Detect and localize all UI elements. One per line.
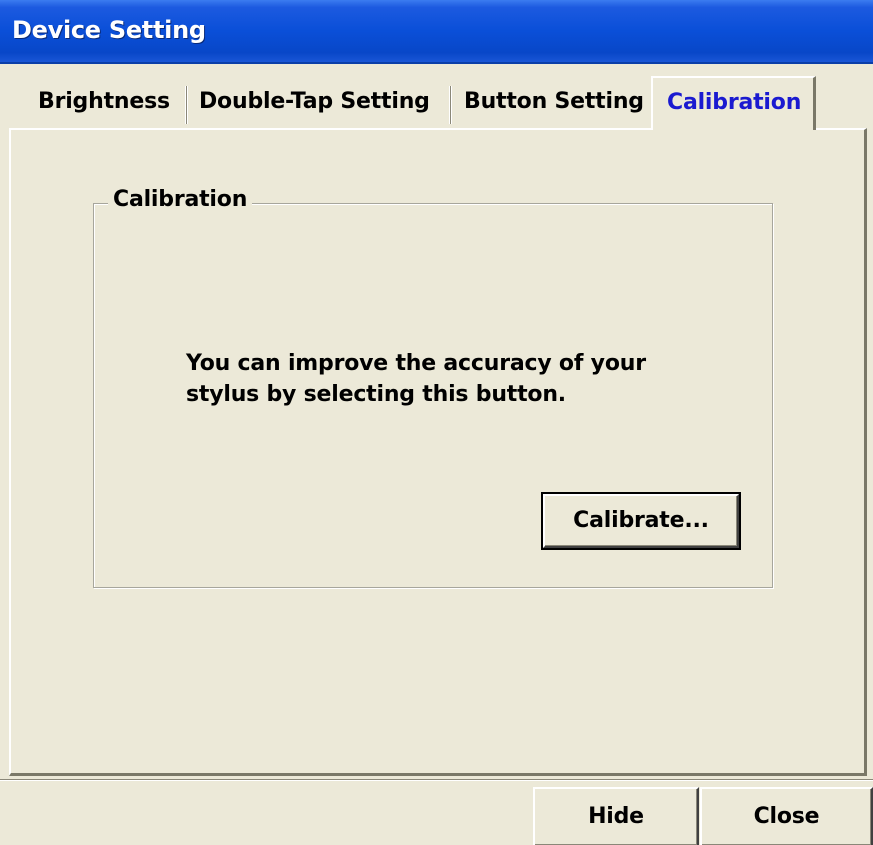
calibrate-button[interactable]: Calibrate...	[541, 492, 741, 550]
groupbox-title: Calibration	[108, 187, 253, 212]
tab-divider	[449, 86, 452, 124]
hide-button[interactable]: Hide	[533, 787, 699, 845]
tab-double-tap-setting[interactable]: Double-Tap Setting	[199, 82, 430, 126]
description-line: You can improve the accuracy of your	[186, 351, 646, 376]
description-line: stylus by selecting this button.	[186, 382, 566, 407]
footer-divider	[0, 779, 873, 781]
device-setting-window: Device Setting Brightness Double-Tap Set…	[0, 0, 873, 845]
title-bar[interactable]: Device Setting	[0, 0, 873, 64]
window-title: Device Setting	[12, 16, 206, 44]
tab-divider	[185, 86, 188, 124]
calibration-description: You can improve the accuracy of your sty…	[186, 348, 746, 410]
tab-calibration[interactable]: Calibration	[651, 76, 816, 130]
close-button[interactable]: Close	[700, 787, 873, 845]
tab-button-setting[interactable]: Button Setting	[464, 82, 644, 126]
tab-brightness[interactable]: Brightness	[38, 82, 170, 126]
